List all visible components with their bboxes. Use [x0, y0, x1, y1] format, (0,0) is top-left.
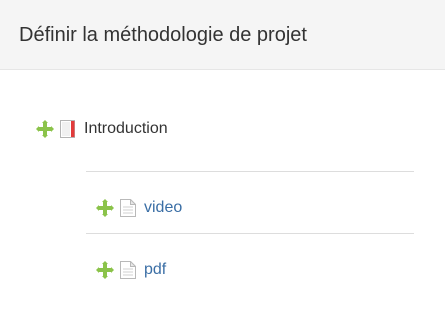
tree-item-pdf[interactable]: pdf — [96, 258, 166, 282]
move-handle-icon[interactable] — [36, 120, 54, 138]
learning-path-panel: Définir la méthodologie de projet Introd… — [0, 0, 445, 324]
section-label: Introduction — [84, 120, 168, 137]
chapter-icon — [60, 120, 76, 138]
document-icon — [120, 261, 136, 279]
panel-header: Définir la méthodologie de projet — [0, 0, 445, 70]
document-icon — [120, 199, 136, 217]
tree-item-video[interactable]: video — [96, 196, 182, 220]
item-link-video[interactable]: video — [144, 199, 182, 217]
divider — [86, 233, 414, 234]
page-title: Définir la méthodologie de projet — [19, 24, 307, 46]
tree-section-introduction[interactable]: Introduction — [36, 117, 168, 141]
move-handle-icon[interactable] — [96, 261, 114, 279]
divider — [86, 171, 414, 172]
move-handle-icon[interactable] — [96, 199, 114, 217]
item-link-pdf[interactable]: pdf — [144, 261, 166, 279]
